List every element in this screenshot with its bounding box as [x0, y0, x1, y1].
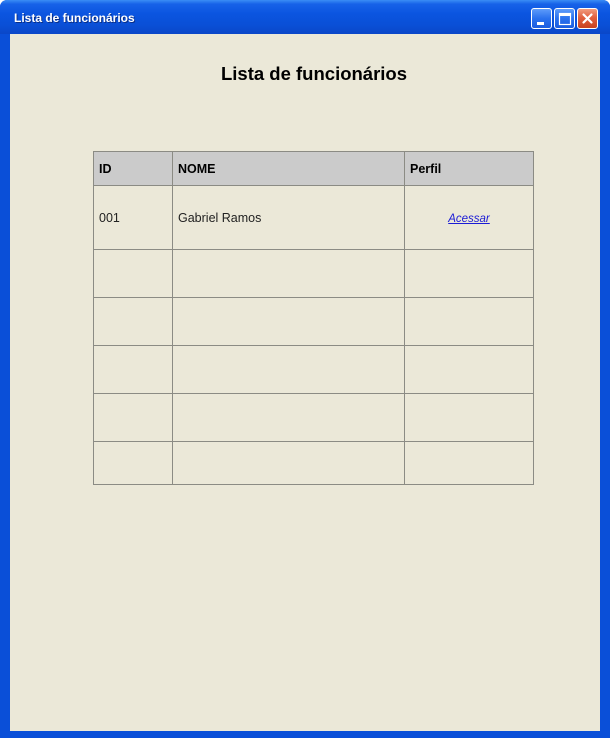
table-row: [93, 441, 534, 485]
cell-id: [93, 441, 173, 485]
table-row: [93, 393, 534, 442]
title-bar[interactable]: Lista de funcionários: [0, 0, 610, 34]
cell-perfil: [404, 345, 534, 394]
table-row: 001 Gabriel Ramos Acessar: [93, 185, 534, 250]
cell-id: 001: [93, 185, 173, 250]
employees-table: ID NOME Perfil 001 Gabriel Ramos Acessar: [93, 151, 534, 485]
cell-nome: [172, 441, 405, 485]
close-icon: [582, 13, 593, 24]
close-button[interactable]: [577, 8, 598, 29]
table-row: [93, 249, 534, 298]
page-title: Lista de funcionários: [220, 63, 408, 84]
column-header-id: ID: [93, 151, 173, 186]
application-window: Lista de funcionários Lista de funcionár…: [0, 0, 610, 738]
cell-nome: [172, 345, 405, 394]
table-row: [93, 297, 534, 346]
table-row: [93, 345, 534, 394]
cell-perfil: [404, 249, 534, 298]
cell-nome: [172, 393, 405, 442]
cell-id: [93, 297, 173, 346]
cell-perfil: Acessar: [404, 185, 534, 250]
window-title: Lista de funcionários: [14, 11, 135, 25]
window-content: Lista de funcionários ID NOME Perfil 001…: [10, 34, 600, 731]
cell-nome: [172, 249, 405, 298]
minimize-button[interactable]: [531, 8, 552, 29]
cell-id: [93, 249, 173, 298]
acessar-link[interactable]: Acessar: [448, 213, 490, 225]
column-header-nome: NOME: [172, 151, 405, 186]
maximize-button[interactable]: [554, 8, 575, 29]
cell-id: [93, 345, 173, 394]
minimize-icon: [537, 22, 544, 25]
cell-perfil: [404, 393, 534, 442]
cell-id: [93, 393, 173, 442]
column-header-perfil: Perfil: [404, 151, 534, 186]
cell-perfil: [404, 297, 534, 346]
maximize-icon: [558, 12, 572, 26]
cell-nome: Gabriel Ramos: [172, 185, 405, 250]
cell-nome: [172, 297, 405, 346]
table-header-row: ID NOME Perfil: [93, 151, 534, 186]
cell-perfil: [404, 441, 534, 485]
